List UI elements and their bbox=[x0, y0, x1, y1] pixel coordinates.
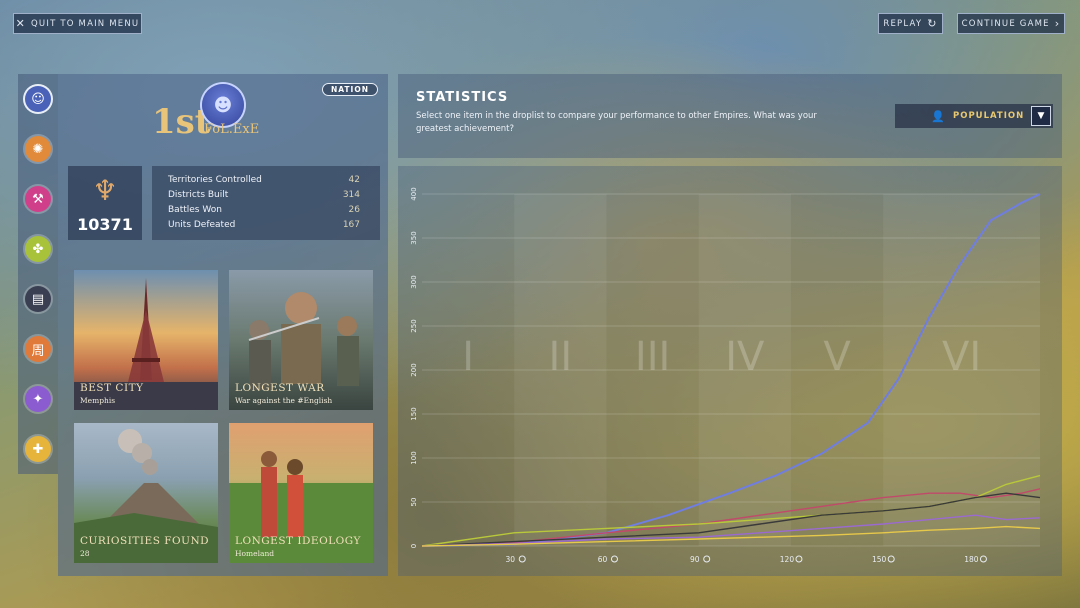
stat-label: Territories Controlled bbox=[168, 175, 262, 185]
continue-game-button[interactable]: CONTINUE GAME › bbox=[957, 13, 1065, 34]
achievement-title: LONGEST IDEOLOGY bbox=[235, 535, 361, 547]
category-tabs: ☺ ✺ ⚒ ✤ ▤ 周 ✦ ✚ bbox=[18, 74, 58, 474]
wheat-icon: ✤ bbox=[32, 241, 44, 257]
stat-row: Battles Won 26 bbox=[168, 205, 360, 220]
tab-industry[interactable]: ⚒ bbox=[25, 186, 51, 212]
statistics-title: STATISTICS bbox=[416, 90, 509, 105]
turn-icon bbox=[887, 555, 895, 563]
x-tick-label: 120 bbox=[780, 555, 795, 564]
stat-label: Units Defeated bbox=[168, 220, 236, 230]
era-label: IV bbox=[725, 334, 765, 380]
tab-culture[interactable]: 周 bbox=[25, 336, 51, 362]
score-value: 10371 bbox=[77, 215, 133, 234]
y-tick-label: 350 bbox=[410, 231, 418, 244]
dropdown-value: POPULATION bbox=[953, 111, 1025, 121]
era-label: I bbox=[462, 334, 474, 380]
achievement-subtitle: Memphis bbox=[80, 396, 116, 405]
close-icon: ✕ bbox=[15, 17, 27, 30]
y-tick-label: 400 bbox=[410, 187, 418, 200]
achievement-title: BEST CITY bbox=[80, 382, 144, 394]
stat-row: Units Defeated 167 bbox=[168, 220, 360, 235]
tab-fame[interactable]: ✚ bbox=[25, 436, 51, 462]
culture-icon: 周 bbox=[31, 343, 45, 359]
player-name: FoL.ExE bbox=[204, 122, 260, 137]
replay-label: REPLAY bbox=[883, 18, 923, 29]
x-tick-label: 60 bbox=[598, 555, 608, 564]
replay-icon: ↻ bbox=[927, 17, 938, 30]
quit-to-main-menu-button[interactable]: ✕ QUIT TO MAIN MENU bbox=[13, 13, 142, 34]
fame-icon: ✚ bbox=[32, 441, 44, 457]
stat-value: 314 bbox=[342, 190, 360, 200]
turn-icon bbox=[703, 555, 711, 563]
statistic-dropdown[interactable]: 👤 POPULATION ▼ bbox=[895, 104, 1053, 128]
replay-button[interactable]: REPLAY ↻ bbox=[878, 13, 943, 34]
era-label: V bbox=[823, 334, 851, 380]
quit-label: QUIT TO MAIN MENU bbox=[31, 18, 140, 29]
population-chart: I II III IV V VI05010015020025030035040030 60 9… bbox=[410, 187, 1041, 564]
person-icon: 👤 bbox=[931, 109, 945, 123]
statistics-header: STATISTICS Select one item in the dropli… bbox=[398, 74, 1062, 158]
achievement-longest-war[interactable]: LONGEST WAR War against the #English bbox=[229, 270, 373, 410]
turn-icon bbox=[610, 555, 618, 563]
science-icon: ✺ bbox=[32, 141, 44, 157]
tab-money[interactable]: ▤ bbox=[25, 286, 51, 312]
turn-icon bbox=[795, 555, 803, 563]
achievement-subtitle: 28 bbox=[80, 549, 90, 558]
x-tick-label: 150 bbox=[872, 555, 887, 564]
chevron-down-icon[interactable]: ▼ bbox=[1031, 106, 1051, 126]
stats-box: Territories Controlled 42 Districts Built… bbox=[152, 166, 380, 240]
tab-influence[interactable]: ✦ bbox=[25, 386, 51, 412]
achievement-longest-ideology[interactable]: LONGEST IDEOLOGY Homeland bbox=[229, 423, 373, 563]
achievement-subtitle: Homeland bbox=[235, 549, 275, 558]
nation-badge: NATION bbox=[321, 83, 378, 96]
statistics-chart-panel: I II III IV V VI 0 50 100 150 200 250 300 350 400 30 60 9… bbox=[398, 166, 1062, 576]
achievement-title: LONGEST WAR bbox=[235, 382, 325, 394]
statistics-description: Select one item in the droplist to compa… bbox=[416, 111, 817, 134]
stat-value: 167 bbox=[342, 220, 360, 230]
continue-label: CONTINUE GAME bbox=[961, 18, 1050, 29]
achievement-subtitle: War against the #English bbox=[235, 396, 333, 405]
score-box: ♆ 10371 bbox=[68, 166, 142, 240]
x-tick-label: 180 bbox=[964, 555, 979, 564]
chevron-right-icon: › bbox=[1054, 17, 1061, 30]
stat-row: Territories Controlled 42 bbox=[168, 175, 360, 190]
stat-value: 42 bbox=[348, 175, 360, 185]
pickaxe-icon: ⚒ bbox=[32, 191, 44, 207]
era-label: II bbox=[549, 334, 573, 380]
nation-panel: NATION 1st ☻ FoL.ExE ♆ 10371 Territories… bbox=[58, 74, 388, 576]
turn-icon bbox=[979, 555, 987, 563]
y-tick-label: 0 bbox=[410, 544, 418, 548]
achievement-title: CURIOSITIES FOUND bbox=[80, 535, 210, 547]
fame-laurel-icon: ♆ bbox=[92, 174, 118, 207]
stat-row: Districts Built 314 bbox=[168, 190, 360, 205]
tab-nation[interactable]: ☺ bbox=[25, 86, 51, 112]
stat-label: Battles Won bbox=[168, 205, 222, 215]
y-tick-label: 100 bbox=[410, 451, 418, 464]
x-tick-label: 30 bbox=[505, 555, 515, 564]
x-tick-label: 90 bbox=[690, 555, 700, 564]
achievement-best-city[interactable]: BEST CITY Memphis bbox=[74, 270, 218, 410]
y-tick-label: 200 bbox=[410, 363, 418, 376]
achievement-curiosities[interactable]: CURIOSITIES FOUND 28 bbox=[74, 423, 218, 563]
y-tick-label: 300 bbox=[410, 275, 418, 288]
stat-label: Districts Built bbox=[168, 190, 229, 200]
era-label: III bbox=[635, 334, 670, 380]
tab-science[interactable]: ✺ bbox=[25, 136, 51, 162]
influence-icon: ✦ bbox=[32, 391, 44, 407]
y-tick-label: 250 bbox=[410, 319, 418, 332]
turn-icon bbox=[518, 555, 526, 563]
stat-value: 26 bbox=[348, 205, 360, 215]
money-icon: ▤ bbox=[31, 291, 45, 307]
y-tick-label: 150 bbox=[410, 407, 418, 420]
tab-food[interactable]: ✤ bbox=[25, 236, 51, 262]
y-tick-label: 50 bbox=[410, 498, 418, 507]
era-label: VI bbox=[942, 334, 981, 380]
empire-emblem-icon: ☻ bbox=[202, 84, 244, 126]
mask-icon: ☺ bbox=[31, 91, 45, 107]
